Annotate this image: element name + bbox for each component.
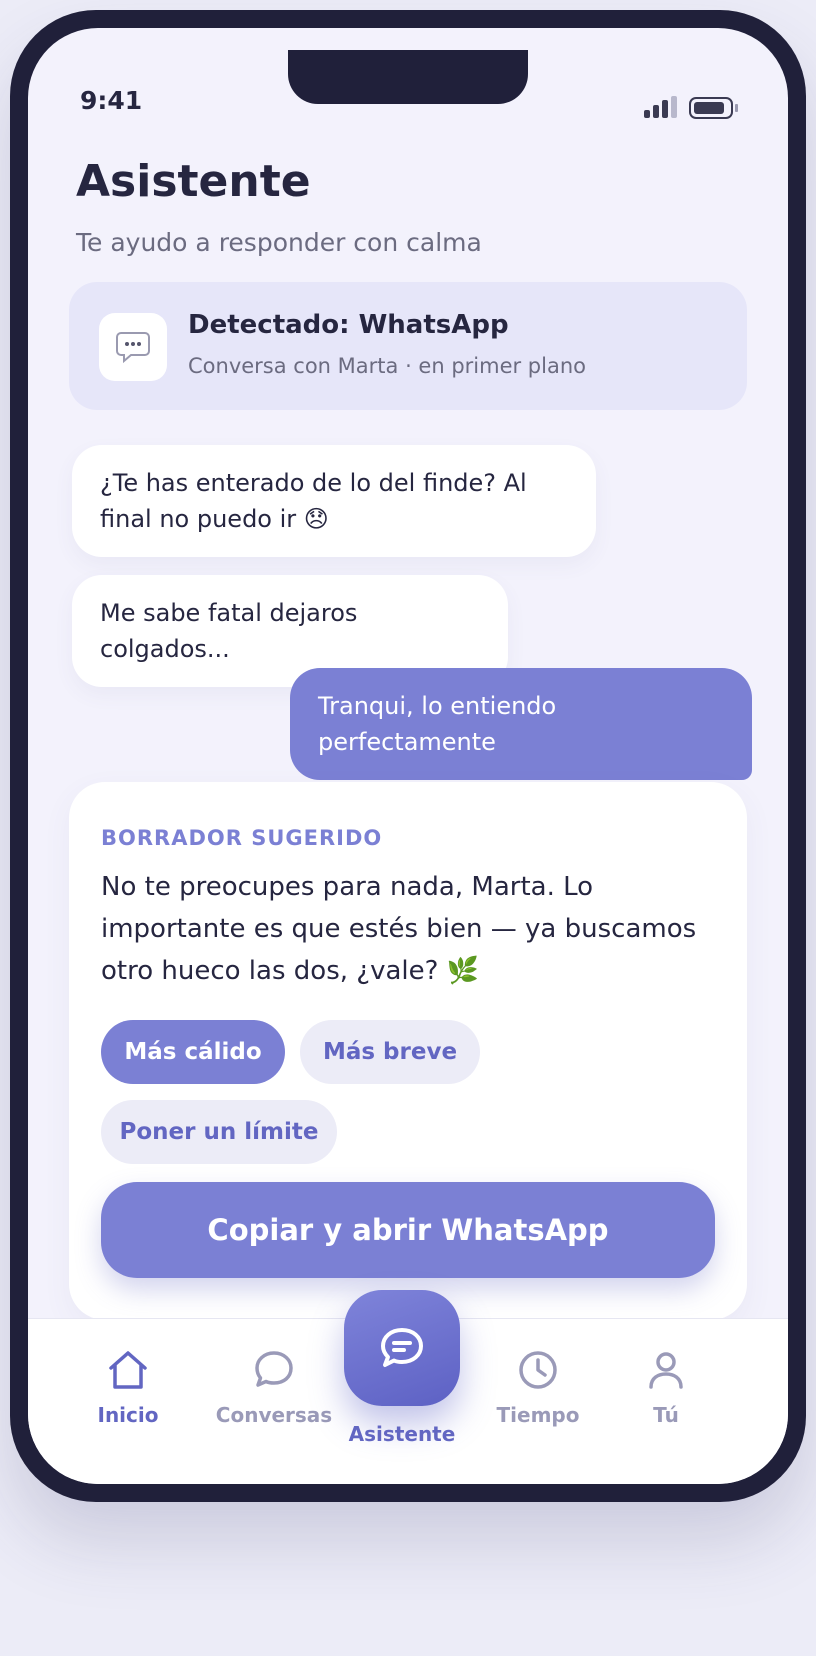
chat-icon	[255, 1351, 293, 1387]
page-subtitle: Te ayudo a responder con calma	[76, 228, 482, 257]
detected-app-card[interactable]: Detectado: WhatsApp Conversa con Marta ·…	[69, 282, 747, 410]
message-incoming: ¿Te has enterado de lo del finde? Al fin…	[72, 445, 596, 557]
copy-open-whatsapp-button[interactable]: Copiar y abrir WhatsApp	[101, 1182, 715, 1278]
tab-label: Conversas	[215, 1403, 333, 1427]
signal-icon	[644, 96, 678, 118]
tone-chip-set-limit[interactable]: Poner un límite	[101, 1100, 337, 1164]
clock-icon	[519, 1351, 557, 1389]
tone-chip-shorter[interactable]: Más breve	[300, 1020, 480, 1084]
tab-conversas[interactable]: Conversas	[204, 1347, 344, 1427]
tone-chip-warmer[interactable]: Más cálido	[101, 1020, 285, 1084]
detected-app-title: Detectado: WhatsApp	[188, 310, 509, 340]
assistant-chat-icon	[381, 1328, 423, 1367]
phone-frame: 9:41 Asistente Te ayudo a responder con …	[10, 10, 806, 1502]
notch	[288, 50, 528, 104]
detected-app-subtitle: Conversa con Marta · en primer plano	[188, 354, 586, 378]
draft-label: BORRADOR SUGERIDO	[101, 826, 383, 850]
draft-text[interactable]: No te preocupes para nada, Marta. Lo imp…	[101, 866, 721, 992]
battery-icon	[689, 97, 738, 119]
tab-label-asistente: Asistente	[348, 1422, 456, 1446]
user-icon	[649, 1352, 683, 1389]
home-icon	[109, 1351, 147, 1389]
tab-tiempo[interactable]: Tiempo	[468, 1347, 608, 1427]
tab-tu[interactable]: Tú	[596, 1347, 736, 1427]
tab-label: Inicio	[97, 1403, 159, 1427]
status-time: 9:41	[80, 86, 143, 115]
tab-asistente[interactable]	[344, 1290, 460, 1406]
page-title: Asistente	[76, 156, 311, 207]
chat-bubble-icon	[99, 313, 167, 381]
tab-label: Tú	[653, 1403, 679, 1427]
draft-card: BORRADOR SUGERIDO No te preocupes para n…	[69, 782, 747, 1320]
screen: 9:41 Asistente Te ayudo a responder con …	[28, 28, 788, 1484]
tab-inicio[interactable]: Inicio	[58, 1347, 198, 1427]
tab-label: Tiempo	[496, 1403, 580, 1427]
message-outgoing: Tranqui, lo entiendo perfectamente	[290, 668, 752, 780]
